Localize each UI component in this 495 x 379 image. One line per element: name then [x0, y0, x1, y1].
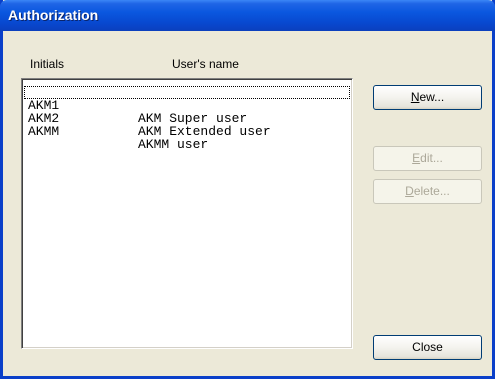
title-bar[interactable]: Authorization	[0, 0, 495, 31]
close-button[interactable]: Close	[373, 335, 482, 360]
authorization-dialog: Authorization Initials User's name AKM1 …	[0, 0, 495, 379]
delete-button[interactable]: Delete...	[373, 179, 482, 204]
user-initials: AKMM	[28, 124, 60, 139]
list-item[interactable]: AKMM AKMM user	[24, 112, 350, 151]
users-list[interactable]: AKM1 AKM Super user AKM2 AKM Extended us…	[21, 78, 353, 349]
column-header-users-name: User's name	[172, 57, 239, 71]
delete-button-mnemonic: D	[405, 184, 414, 198]
edit-button-label: dit...	[420, 151, 443, 165]
user-name: AKMM user	[138, 137, 209, 152]
edit-button[interactable]: Edit...	[373, 146, 482, 171]
list-item[interactable]: AKM2 AKM Extended user	[24, 99, 350, 138]
delete-button-label: elete...	[413, 184, 450, 198]
new-button-label: ew...	[419, 90, 445, 104]
list-item[interactable]: AKM1 AKM Super user	[24, 86, 350, 125]
edit-button-mnemonic: E	[412, 151, 421, 165]
new-button[interactable]: New...	[373, 85, 482, 110]
window-title: Authorization	[8, 7, 99, 23]
column-header-initials: Initials	[30, 57, 65, 71]
